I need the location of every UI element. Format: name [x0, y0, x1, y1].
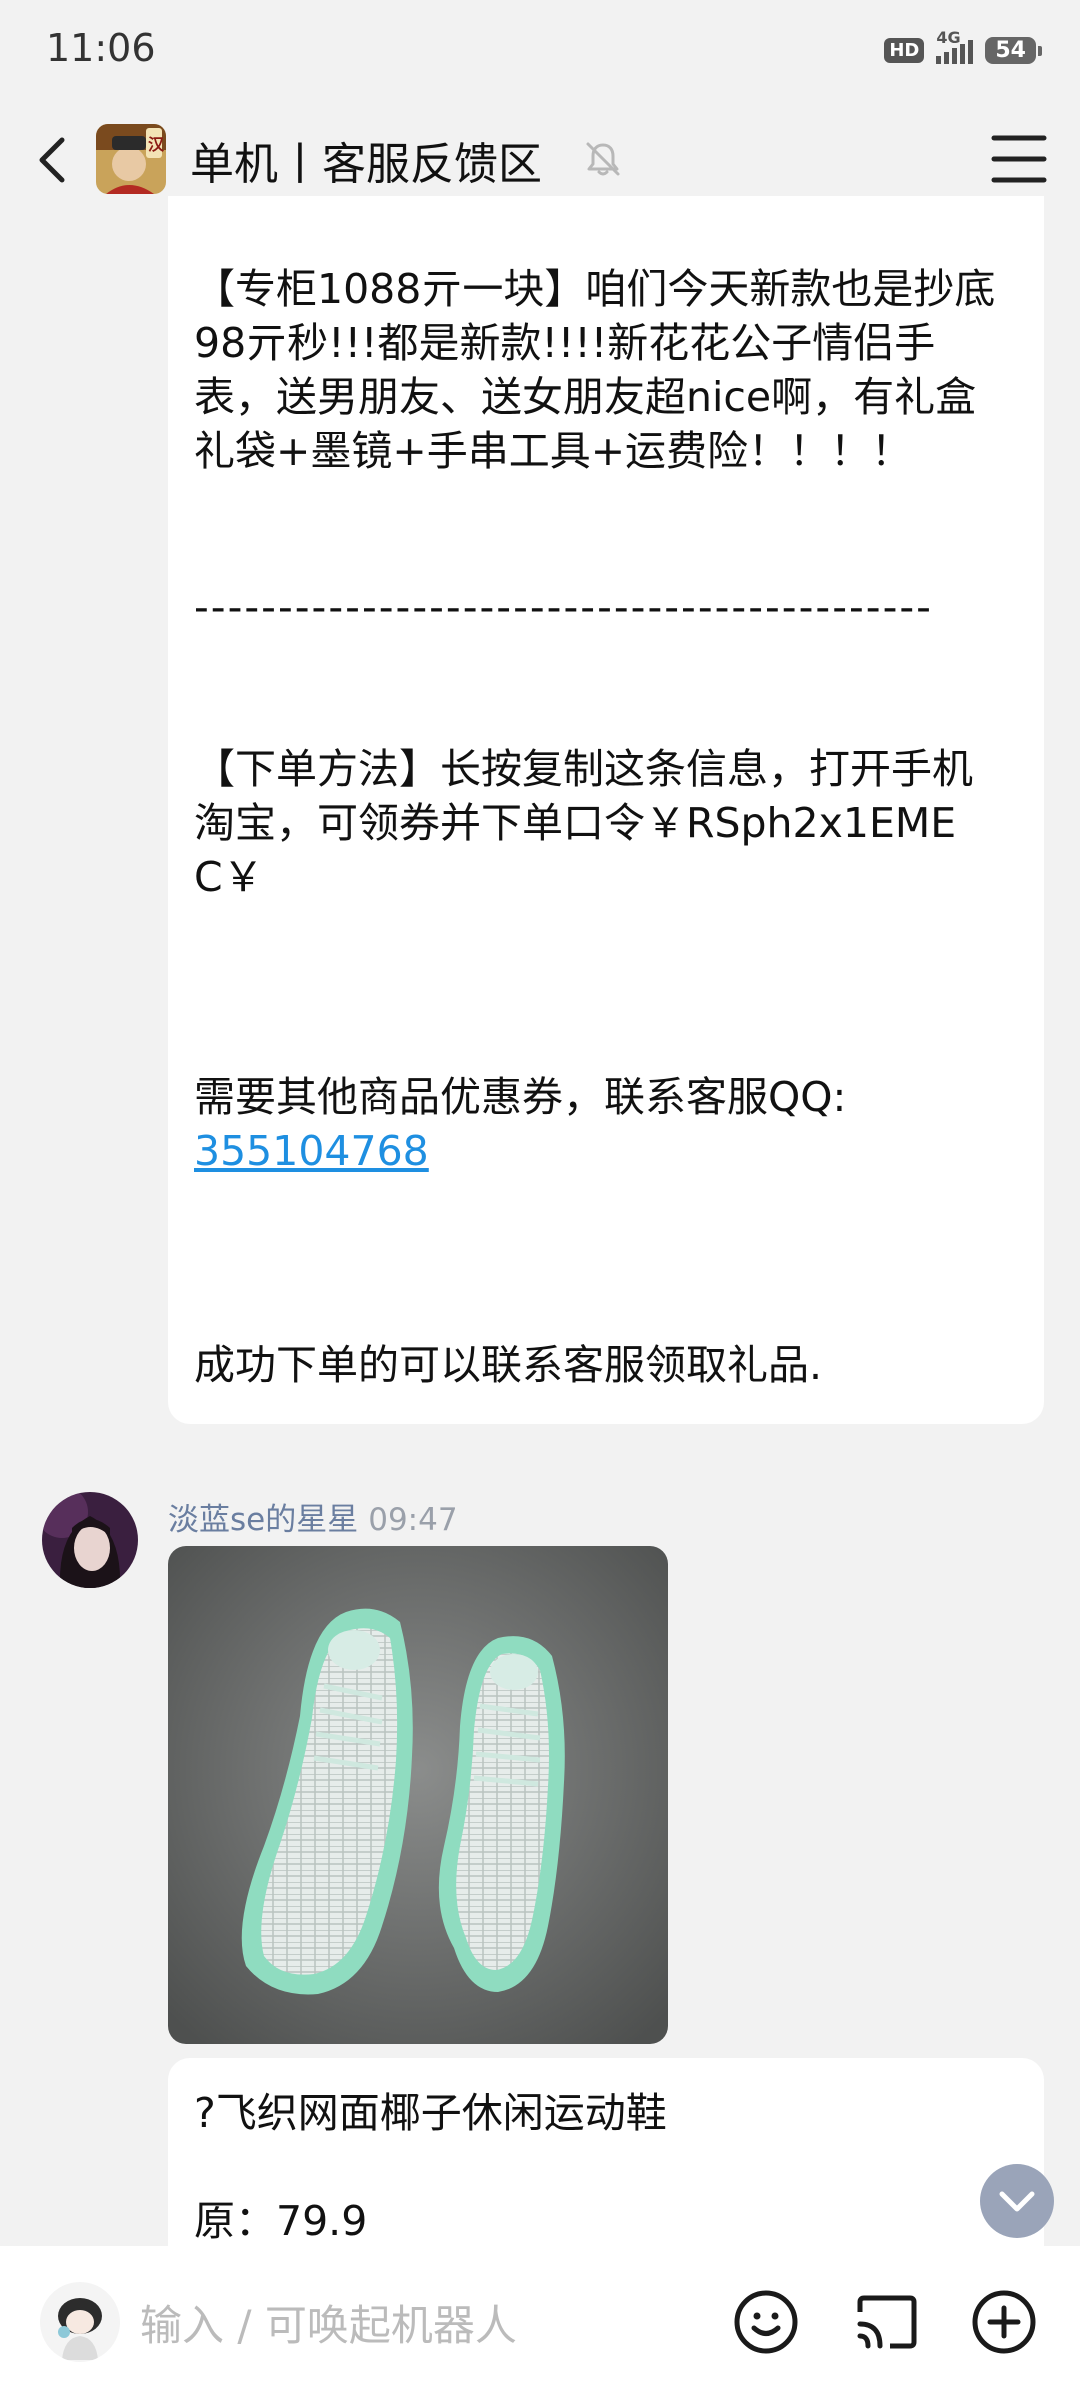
product-title: ?飞织网面椰子休闲运动鞋 [194, 2089, 667, 2137]
sender-name[interactable]: 淡蓝se的星星 [168, 1502, 358, 1538]
group-title: 单机丨客服反馈区 [190, 139, 542, 190]
promo-message-bubble[interactable]: 【专柜1088亓一块】咱们今天新款也是抄底98亓秒!!!都是新款!!!!新花花公… [168, 196, 1044, 1424]
emoji-button[interactable] [730, 2286, 802, 2358]
status-icons: HD 4G 54 [884, 28, 1042, 64]
promo-text-gift: 成功下单的可以联系客服领取礼品. [194, 1341, 823, 1389]
product-price: 原：79.9 [194, 2197, 368, 2245]
group-avatar[interactable]: 汉 [96, 124, 166, 194]
cast-icon [857, 2295, 917, 2349]
message-time: 09:47 [368, 1502, 458, 1538]
sender-avatar[interactable] [42, 1492, 138, 1588]
input-bar: 输入 / 可唤起机器人 [0, 2246, 1080, 2400]
qq-number-link[interactable]: 355104768 [194, 1124, 429, 1178]
emoji-icon [734, 2290, 798, 2354]
chat-input[interactable]: 输入 / 可唤起机器人 [140, 2292, 517, 2353]
signal-icon: 4G [936, 28, 974, 64]
promo-divider: ----------------------------------------… [194, 583, 933, 631]
shoe-photo[interactable] [168, 1546, 668, 2044]
svg-text:汉: 汉 [148, 135, 165, 154]
my-avatar[interactable] [40, 2282, 120, 2362]
promo-text-offer: 【专柜1088亓一块】咱们今天新款也是抄底98亓秒!!!都是新款!!!!新花花公… [194, 265, 996, 475]
promo-text-order-method: 【下单方法】长按复制这条信息，打开手机淘宝，可领券并下单口令￥RSph2x1EM… [194, 745, 973, 901]
sender-info: 淡蓝se的星星 09:47 [168, 1494, 458, 1539]
status-bar: 11:06 HD 4G 54 [0, 0, 1080, 100]
network-type: 4G [936, 28, 961, 47]
back-button[interactable] [28, 128, 78, 192]
battery-icon: 54 [985, 36, 1042, 64]
screen-cast-button[interactable] [850, 2286, 922, 2358]
hamburger-icon [991, 135, 1047, 183]
notification-muted-icon [582, 138, 624, 180]
scroll-to-bottom-button[interactable] [980, 2164, 1054, 2238]
hd-badge: HD [884, 37, 925, 63]
menu-button[interactable] [988, 130, 1050, 188]
promo-text-contact: 需要其他商品优惠券，联系客服QQ: [194, 1073, 847, 1121]
status-time: 11:06 [46, 26, 156, 70]
back-arrow-icon [39, 137, 65, 183]
chevron-down-icon [999, 2191, 1035, 2212]
more-button[interactable] [968, 2286, 1040, 2358]
plus-icon [972, 2290, 1036, 2354]
